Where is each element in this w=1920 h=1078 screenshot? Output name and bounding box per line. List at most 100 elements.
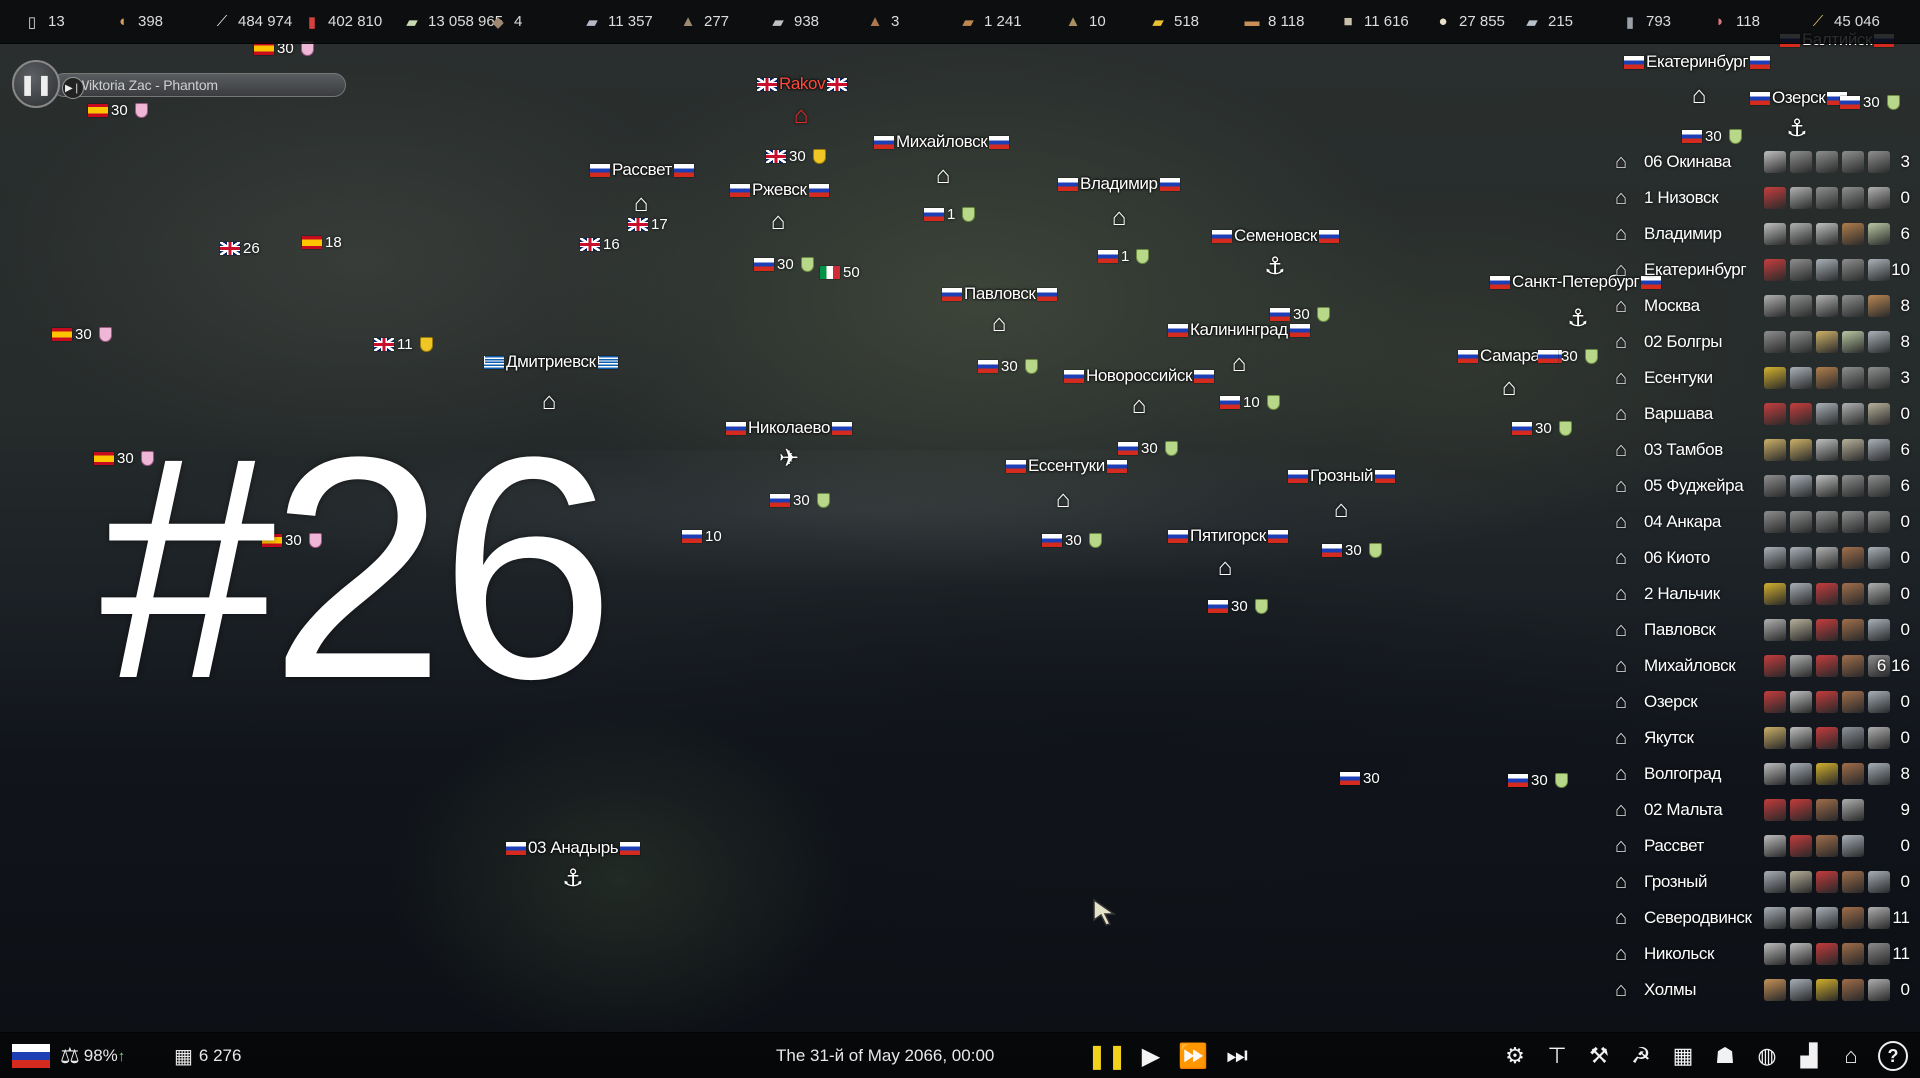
city-list-row[interactable]: ⌂ 05 Фуджейра 6 [1600,468,1920,504]
city-list-row[interactable]: ⌂ 06 Окинава 3 [1600,144,1920,180]
factory-icon[interactable]: ⌂ [1050,486,1076,513]
music-skip-button[interactable]: ▶❘ [62,77,84,99]
city-list-row[interactable]: ⌂ Озерск 0 [1600,684,1920,720]
city-label[interactable]: Озерск [1748,88,1849,108]
unit-stack[interactable]: 1 [1096,248,1150,265]
resource-item[interactable]: ▰ 938 [768,12,819,32]
city-list-row[interactable]: ⌂ Владимир 6 [1600,216,1920,252]
resource-item[interactable]: ◆ 4 [488,12,522,32]
anchor-icon[interactable]: ⚓ [560,865,586,892]
anchor-icon[interactable]: ⚓ [1565,305,1591,332]
city-list-row[interactable]: ⌂ 04 Анкара 0 [1600,504,1920,540]
city-list-row[interactable]: ⌂ Холмы 0 [1600,972,1920,1008]
resource-item[interactable]: ▲ 277 [678,12,729,32]
resource-item[interactable]: ▲ 10 [1063,12,1106,32]
warehouse-icon[interactable]: ⌂ [986,310,1012,337]
fast-speed-button[interactable]: ⏩ [1178,1041,1208,1071]
city-list-row[interactable]: ⌂ Северодвинск 11 [1600,900,1920,936]
city-list-row[interactable]: ⌂ Волгоград 8 [1600,756,1920,792]
warehouse-icon[interactable]: ⌂ [1496,374,1522,401]
resource-item[interactable]: ● 27 855 [1433,12,1504,32]
unit-stack[interactable]: 50 [818,264,863,281]
resource-item[interactable]: ▰ 215 [1522,12,1573,32]
city-label[interactable]: Семеновск [1210,226,1341,246]
music-pause-button[interactable]: ❚❚ [12,60,60,108]
citizens-icon[interactable]: ☗ [1710,1041,1740,1071]
city-list-row[interactable]: ⌂ 06 Киото 0 [1600,540,1920,576]
resource-item[interactable]: ▰ 518 [1148,12,1199,32]
city-list-row[interactable]: ⌂ Никольск 11 [1600,936,1920,972]
city-label[interactable]: Грозный [1286,466,1397,486]
play-speed-button[interactable]: ▶ [1136,1041,1166,1071]
unit-stack[interactable]: 26 [218,240,263,257]
unit-stack[interactable]: 30 [1268,306,1330,323]
nation-flag[interactable] [12,1033,50,1078]
city-list-row[interactable]: ⌂ Екатеринбург 10 [1600,252,1920,288]
world-map-icon[interactable]: ◍ [1752,1041,1782,1071]
anchor-icon[interactable]: ⚓ [1262,253,1288,280]
airplane-icon[interactable]: ✈ [776,445,802,472]
unit-stack[interactable]: 30 [1536,348,1598,365]
city-label[interactable]: Рассвет [588,160,696,180]
statistics-icon[interactable]: ▟ [1794,1041,1824,1071]
city-list-row[interactable]: ⌂ Москва 8 [1600,288,1920,324]
city-list-row[interactable]: ⌂ Якутск 0 [1600,720,1920,756]
resource-item[interactable]: ▰ 1 241 [958,12,1021,32]
unit-stack[interactable]: 30 [1838,94,1900,111]
settings-gears-icon[interactable]: ⚙ [1500,1041,1530,1071]
factory-icon[interactable]: ⌂ [1106,204,1132,231]
resource-item[interactable]: ▮ 402 810 [302,12,382,32]
city-list-row[interactable]: ⌂ Грозный 0 [1600,864,1920,900]
demolish-icon[interactable]: ⚒ [1584,1041,1614,1071]
resource-item[interactable]: ▰ 11 357 [582,12,653,32]
warehouse-icon[interactable]: ⌂ [1328,496,1354,523]
unit-stack[interactable]: 30 [752,256,814,273]
unit-stack[interactable]: 30 [1510,420,1572,437]
soviet-emblem-icon[interactable]: ☭ [1626,1041,1656,1071]
resource-item[interactable]: ▲ 3 [865,12,900,32]
resource-item[interactable]: ▮ 793 [1620,12,1671,32]
resource-item[interactable]: ◗ 118 [1710,12,1759,32]
city-label[interactable]: Екатеринбург [1622,52,1772,72]
city-list-row[interactable]: ⌂ 2 Нальчик 0 [1600,576,1920,612]
city-label[interactable]: Павловск [940,284,1059,304]
city-list-row[interactable]: ⌂ 02 Мальта 9 [1600,792,1920,828]
pause-speed-button[interactable]: ❚❚ [1087,1041,1127,1071]
city-list-row[interactable]: ⌂ Варшава 0 [1600,396,1920,432]
unit-stack[interactable]: 30 [976,358,1038,375]
unit-stack[interactable]: 30 [1040,532,1102,549]
city-label[interactable]: Ржевск [728,180,831,200]
resource-item[interactable]: ▬ 8 118 [1242,12,1305,32]
city-label[interactable]: Владимир [1056,174,1182,194]
resource-item[interactable]: ⟋ 45 046 [1808,12,1880,32]
anchor-icon[interactable]: ⚓ [1784,115,1810,142]
unit-stack[interactable]: 30 [50,326,112,343]
resource-item[interactable]: ▯ 13 [22,12,65,32]
city-label[interactable]: Михайловск [872,132,1011,152]
city-list-row[interactable]: ⌂ 1 Низовск 0 [1600,180,1920,216]
unit-stack[interactable]: 1 [922,206,976,223]
production-icon[interactable]: ▦ [1668,1041,1698,1071]
unit-stack[interactable]: 30 [1206,598,1268,615]
unit-stack[interactable]: 11 [372,336,433,353]
population-indicator[interactable]: ▦ 6 276 [174,1033,241,1078]
warehouse-icon[interactable]: ⌂ [1226,350,1252,377]
unit-stack[interactable]: 18 [300,234,345,251]
unit-stack[interactable]: 30 [764,148,826,165]
warehouse-icon[interactable]: ⌂ [930,162,956,189]
unit-stack[interactable]: 30 [1506,772,1568,789]
resource-item[interactable]: ⟋ 484 974 [212,12,293,32]
unit-stack[interactable]: 10 [1218,394,1280,411]
warehouse-icon[interactable]: ⌂ [628,190,654,217]
warehouse-icon[interactable]: ⌂ [765,208,791,235]
city-list-row[interactable]: ⌂ Есентуки 3 [1600,360,1920,396]
unit-stack[interactable]: 30 [1680,128,1742,145]
fastest-speed-button[interactable]: ⏭ [1222,1041,1252,1071]
unit-stack[interactable]: 17 [626,216,671,233]
city-label[interactable]: Новороссийск [1062,366,1216,386]
unit-stack[interactable]: 30 [768,492,830,509]
city-label[interactable]: Николаево [724,418,854,438]
city-label[interactable]: Дмитриевск [482,352,620,372]
approval-indicator[interactable]: ⚖ 98% ↑ [60,1033,125,1078]
city-label[interactable]: Калининград [1166,320,1312,340]
